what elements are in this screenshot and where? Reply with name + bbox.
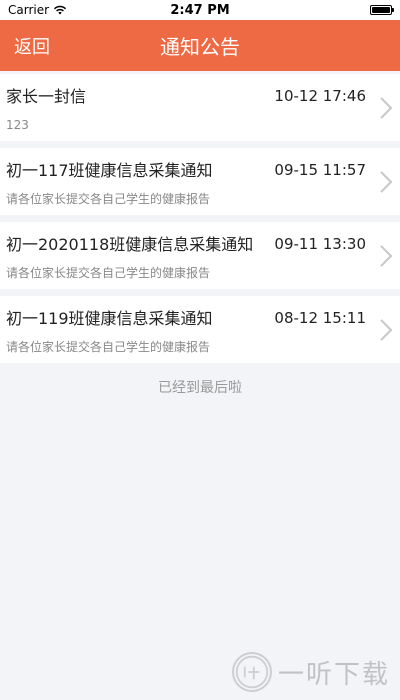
back-button[interactable]: 返回	[14, 20, 50, 71]
notice-header: 初一2020118班健康信息采集通知 09-11 13:30	[6, 234, 366, 255]
notice-header: 家长一封信 10-12 17:46	[6, 86, 366, 107]
notice-header: 初一119班健康信息采集通知 08-12 15:11	[6, 308, 366, 329]
watermark: 一听下载	[231, 652, 390, 692]
notice-time: 09-15 11:57	[274, 161, 366, 179]
nav-bar: 返回 通知公告	[0, 20, 400, 71]
notice-subtitle: 请各位家长提交各自己学生的健康报告	[6, 192, 211, 206]
watermark-text: 一听下载	[277, 659, 390, 690]
battery-icon	[370, 5, 394, 15]
notice-title: 初一117班健康信息采集通知	[6, 161, 213, 180]
notice-time: 09-11 13:30	[274, 235, 366, 253]
notice-subtitle: 请各位家长提交各自己学生的健康报告	[6, 266, 211, 280]
notice-item[interactable]: 初一2020118班健康信息采集通知 09-11 13:30 请各位家长提交各自…	[0, 222, 400, 289]
chevron-right-icon	[380, 318, 393, 341]
battery-fill	[372, 7, 390, 13]
chevron-right-icon	[380, 170, 393, 193]
notice-item[interactable]: 初一117班健康信息采集通知 09-15 11:57 请各位家长提交各自己学生的…	[0, 148, 400, 215]
watermark-logo-icon	[231, 652, 272, 692]
notice-list: 家长一封信 10-12 17:46 123 初一117班健康信息采集通知 09-…	[0, 74, 400, 363]
notice-time: 10-12 17:46	[274, 87, 366, 105]
notice-title: 初一119班健康信息采集通知	[6, 309, 213, 328]
notice-title: 初一2020118班健康信息采集通知	[6, 235, 254, 254]
carrier-label: Carrier	[8, 3, 50, 17]
notice-subtitle: 请各位家长提交各自己学生的健康报告	[6, 340, 211, 354]
status-bar: Carrier 2:47 PM	[0, 0, 400, 20]
notice-item[interactable]: 初一119班健康信息采集通知 08-12 15:11 请各位家长提交各自己学生的…	[0, 296, 400, 363]
status-left: Carrier	[8, 3, 128, 17]
wifi-icon	[54, 5, 67, 15]
notice-time: 08-12 15:11	[274, 309, 366, 327]
end-of-list-note: 已经到最后啦	[158, 380, 242, 396]
status-time: 2:47 PM	[170, 2, 230, 18]
page-title: 通知公告	[160, 35, 240, 59]
notice-subtitle: 123	[6, 118, 29, 132]
notice-title: 家长一封信	[6, 87, 87, 106]
chevron-right-icon	[380, 244, 393, 267]
notice-item[interactable]: 家长一封信 10-12 17:46 123	[0, 74, 400, 141]
status-right	[272, 5, 394, 15]
notice-header: 初一117班健康信息采集通知 09-15 11:57	[6, 160, 366, 181]
chevron-right-icon	[380, 96, 393, 119]
